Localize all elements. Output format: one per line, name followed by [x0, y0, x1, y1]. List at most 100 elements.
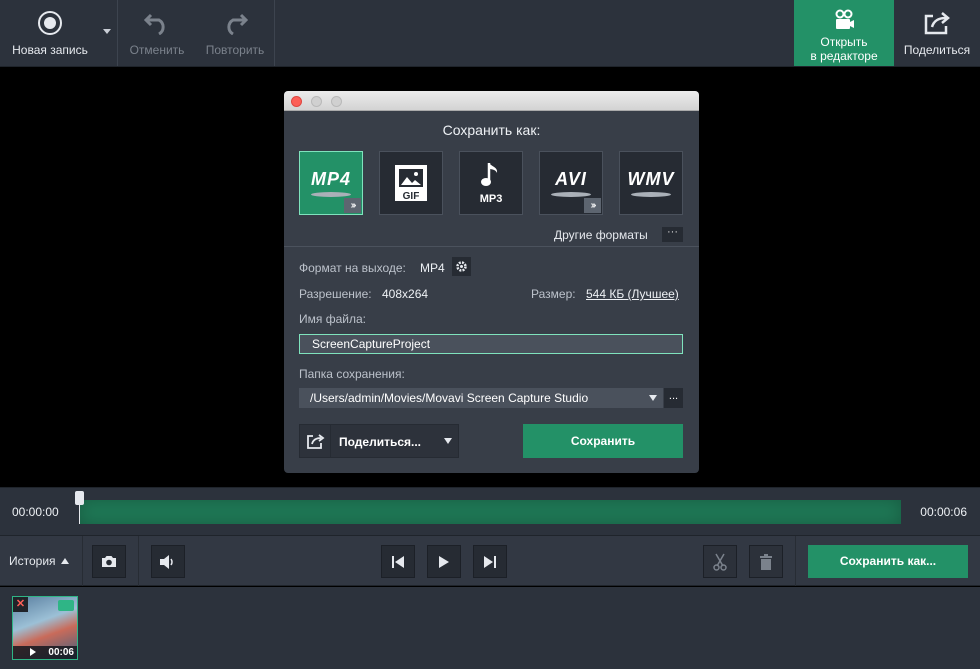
share-toolbar-label: Поделиться [903, 43, 971, 57]
save-as-button[interactable]: Сохранить как... [808, 545, 968, 578]
trash-icon [760, 553, 772, 570]
format-gif-button[interactable]: GIF [379, 151, 443, 215]
output-format-value: MP4 [420, 261, 445, 275]
timeline-track[interactable] [79, 500, 901, 524]
new-recording-button[interactable]: Новая запись [0, 0, 100, 66]
browse-folder-button[interactable]: ... [664, 388, 683, 408]
save-folder-value: /Users/admin/Movies/Movavi Screen Captur… [310, 391, 589, 405]
chevron-down-icon [649, 395, 657, 401]
more-options-icon[interactable]: ››› [584, 198, 601, 213]
save-button[interactable]: Сохранить [523, 424, 683, 458]
chevron-down-icon[interactable] [103, 29, 111, 34]
disc-icon [631, 192, 671, 197]
share-dialog-label: Поделиться... [339, 435, 422, 449]
open-in-editor-line1: Открыть [820, 35, 868, 49]
controls-divider [82, 536, 83, 586]
filename-label: Имя файла: [299, 312, 366, 326]
disc-icon [551, 192, 591, 197]
top-toolbar: Новая запись Отменить Повторить Открыть … [0, 0, 980, 67]
timeline-start-time: 00:00:00 [12, 505, 59, 519]
skip-forward-icon [484, 555, 496, 568]
cut-button[interactable] [703, 545, 737, 578]
save-folder-label: Папка сохранения: [299, 367, 405, 381]
close-icon[interactable]: ✕ [13, 597, 28, 612]
speaker-icon [160, 554, 173, 569]
volume-button[interactable] [151, 545, 185, 578]
format-avi-label: AVI [555, 169, 587, 189]
history-label: История [9, 554, 56, 568]
disc-icon [311, 192, 351, 197]
save-as-dialog: Сохранить как: MP4 ››› GIF MP3 AVI ››› W… [284, 91, 699, 473]
playback-controls: История Сохранить как... [0, 535, 980, 586]
timeline-end-time: 00:00:06 [920, 505, 967, 519]
size-label: Размер: [531, 287, 576, 301]
format-wmv-button[interactable]: WMV [619, 151, 683, 215]
filename-input[interactable]: ScreenCaptureProject [299, 334, 683, 354]
toolbar-divider [117, 0, 118, 66]
playhead-handle[interactable] [75, 491, 84, 505]
format-gif-label: GIF [402, 191, 420, 202]
history-toggle[interactable]: История [9, 554, 69, 568]
share-icon [922, 8, 952, 38]
music-note-icon [481, 163, 498, 186]
other-formats-button[interactable]: ··· [662, 227, 683, 242]
format-mp4-label: MP4 [310, 169, 351, 189]
dialog-title: Сохранить как: [442, 122, 541, 138]
share-button-divider [330, 425, 331, 457]
history-thumbnail[interactable]: ✕ 00:06 [12, 596, 78, 660]
close-window-button[interactable] [291, 96, 302, 107]
gear-icon [456, 261, 467, 272]
dialog-titlebar [284, 91, 699, 111]
redo-label: Повторить [205, 43, 265, 57]
other-formats-label[interactable]: Другие форматы [554, 228, 648, 242]
film-editor-icon [832, 9, 856, 33]
chevron-down-icon [444, 438, 452, 444]
controls-divider [795, 536, 796, 586]
undo-label: Отменить [129, 43, 185, 57]
chevron-up-icon [60, 558, 69, 564]
snapshot-button[interactable] [92, 545, 126, 578]
redo-button[interactable]: Повторить [198, 0, 272, 66]
share-icon [307, 434, 325, 449]
folder-icon[interactable] [58, 600, 74, 611]
output-format-label: Формат на выходе: [299, 261, 406, 275]
controls-divider [138, 536, 139, 586]
share-toolbar-button[interactable]: Поделиться [894, 0, 980, 66]
open-in-editor-label: Открыть в редакторе [810, 35, 877, 63]
more-options-icon[interactable]: ››› [344, 198, 361, 213]
camera-icon [102, 556, 116, 567]
history-strip: ✕ 00:06 [0, 587, 980, 669]
toolbar-divider [274, 0, 275, 66]
format-settings-button[interactable] [452, 257, 471, 276]
new-recording-label: Новая запись [12, 43, 88, 57]
skip-back-icon [392, 555, 404, 568]
open-in-editor-line2: в редакторе [810, 49, 878, 63]
thumbnail-duration: 00:06 [48, 647, 74, 658]
dialog-divider [284, 246, 699, 247]
format-mp3-button[interactable]: MP3 [459, 151, 523, 215]
record-icon [37, 8, 63, 38]
redo-icon [221, 8, 249, 38]
resolution-label: Разрешение: [299, 287, 372, 301]
format-wmv-label: WMV [627, 169, 675, 189]
maximize-window-button[interactable] [331, 96, 342, 107]
format-avi-button[interactable]: AVI ››› [539, 151, 603, 215]
timeline: 00:00:00 00:00:06 [0, 487, 980, 535]
undo-icon [143, 8, 171, 38]
playhead-line [79, 502, 80, 524]
minimize-window-button[interactable] [311, 96, 322, 107]
size-value-link[interactable]: 544 КБ (Лучшее) [586, 287, 679, 301]
save-folder-select[interactable]: /Users/admin/Movies/Movavi Screen Captur… [299, 388, 663, 408]
delete-button[interactable] [749, 545, 783, 578]
next-button[interactable] [473, 545, 507, 578]
play-button[interactable] [427, 545, 461, 578]
undo-button[interactable]: Отменить [120, 0, 194, 66]
play-icon [439, 555, 449, 568]
share-dialog-button[interactable]: Поделиться... [299, 424, 459, 458]
previous-button[interactable] [381, 545, 415, 578]
format-mp3-label: MP3 [479, 193, 503, 205]
open-in-editor-button[interactable]: Открыть в редакторе [794, 0, 894, 66]
play-icon[interactable] [30, 648, 36, 656]
format-mp4-button[interactable]: MP4 ››› [299, 151, 363, 215]
scissors-icon [713, 553, 727, 571]
